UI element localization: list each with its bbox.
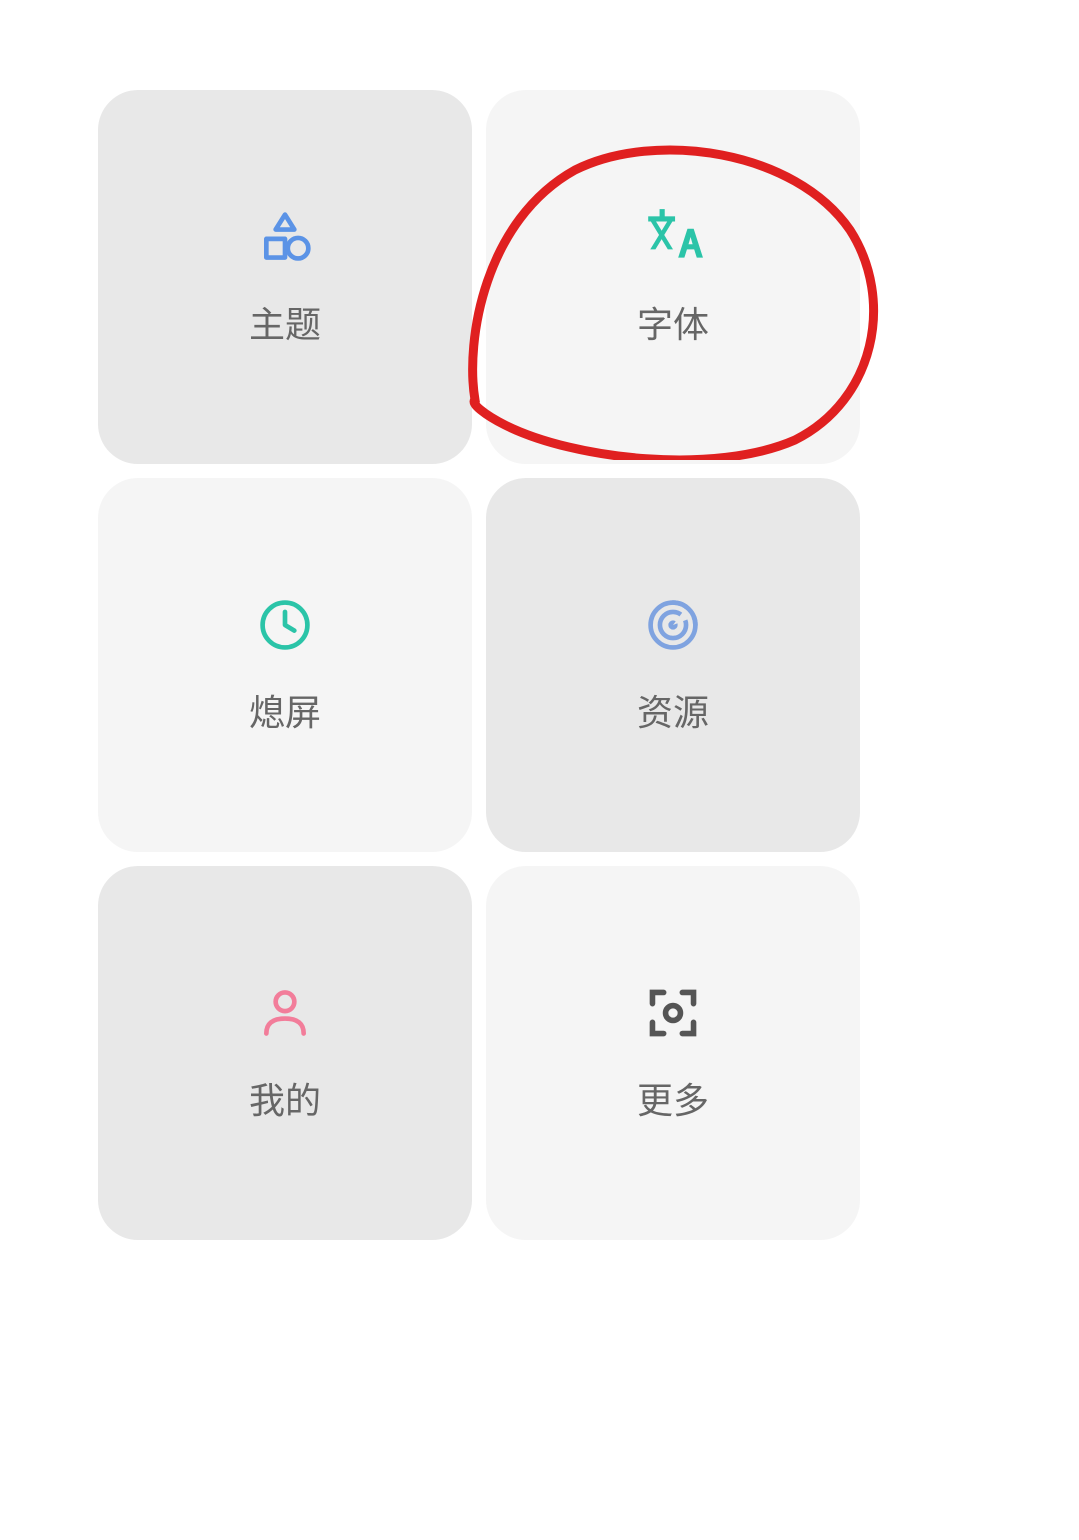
tile-more[interactable]: 更多	[486, 866, 860, 1240]
tile-resources[interactable]: 资源	[486, 478, 860, 852]
scan-icon	[642, 982, 704, 1044]
tile-label: 更多	[637, 1072, 709, 1124]
translate-icon	[642, 206, 704, 268]
tile-label: 我的	[249, 1072, 321, 1124]
person-icon	[254, 982, 316, 1044]
tile-theme[interactable]: 主题	[98, 90, 472, 464]
tile-mine[interactable]: 我的	[98, 866, 472, 1240]
clock-icon	[254, 594, 316, 656]
tile-label: 熄屏	[249, 684, 321, 736]
tile-label: 主题	[249, 296, 321, 348]
radar-icon	[642, 594, 704, 656]
shapes-icon	[254, 206, 316, 268]
tile-label: 资源	[637, 684, 709, 736]
tile-font[interactable]: 字体	[486, 90, 860, 464]
tile-aod[interactable]: 熄屏	[98, 478, 472, 852]
tile-label: 字体	[637, 296, 709, 348]
menu-grid: 主题 字体 熄屏	[98, 90, 860, 1240]
